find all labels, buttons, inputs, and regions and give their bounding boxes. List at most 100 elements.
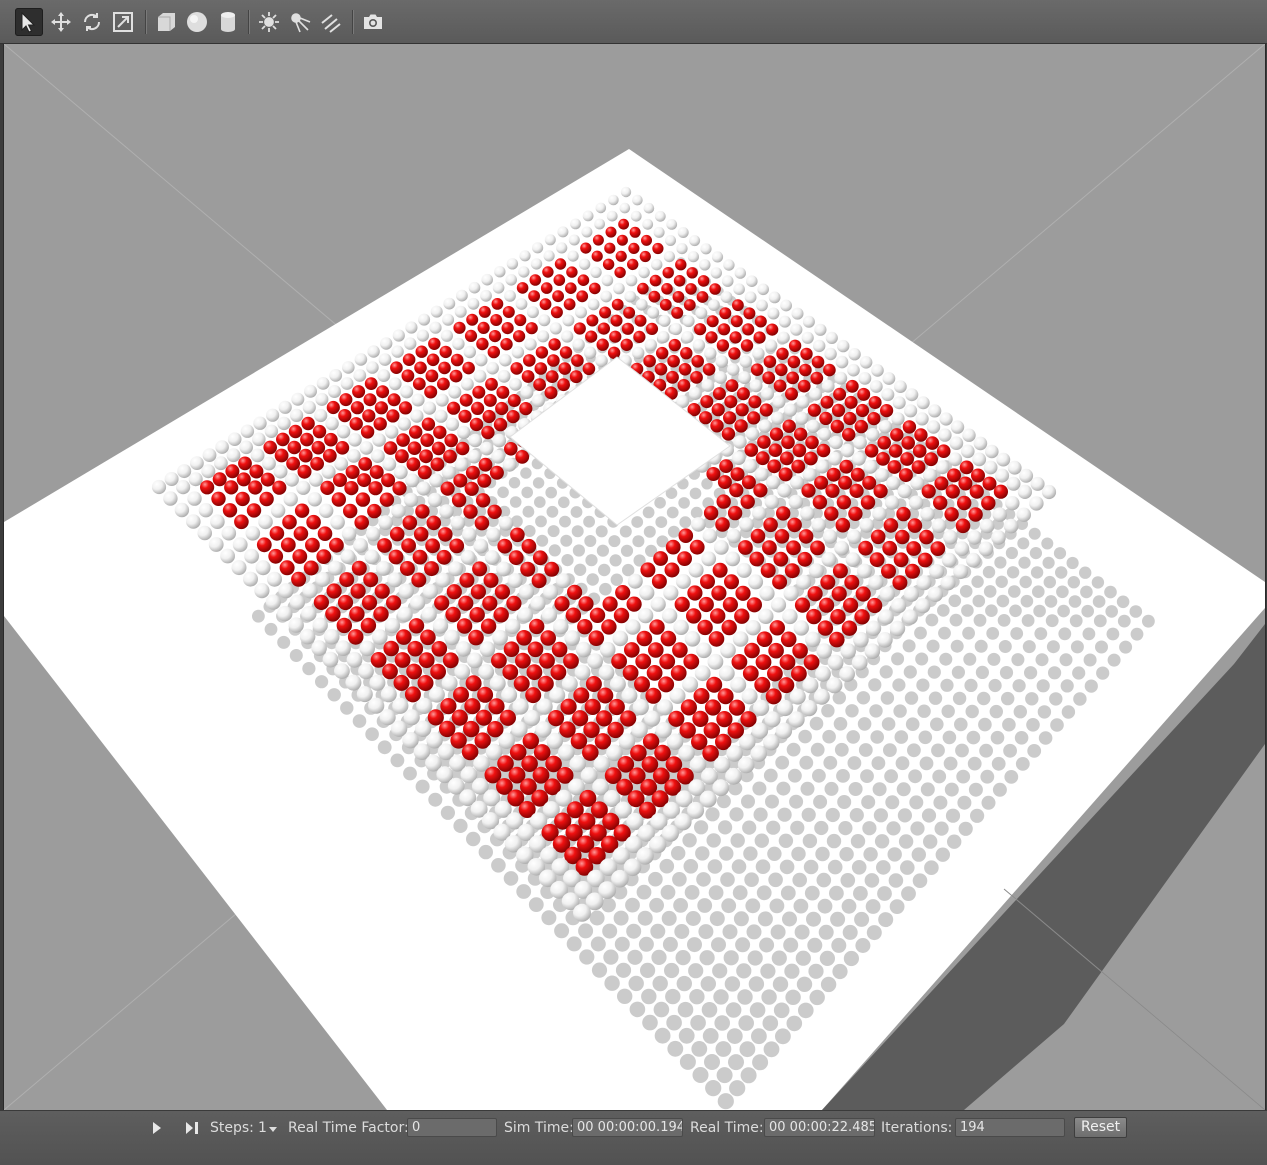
point-light-icon[interactable] [255, 8, 283, 36]
red-sphere [736, 387, 750, 401]
white-sphere [821, 379, 835, 393]
red-sphere [532, 550, 548, 566]
steps-value[interactable]: 1 [258, 1120, 267, 1136]
white-sphere [595, 202, 607, 214]
red-sphere [620, 338, 633, 351]
sphere-shadow [1004, 770, 1019, 784]
sphere-shadow [803, 859, 819, 875]
red-sphere [577, 619, 593, 635]
white-sphere [790, 323, 803, 336]
sphere-shadow [785, 989, 801, 1005]
red-sphere [508, 550, 524, 566]
white-sphere [1030, 476, 1045, 491]
red-sphere [510, 527, 525, 543]
sphere-shadow [761, 989, 777, 1005]
white-sphere [308, 472, 323, 487]
white-sphere [995, 468, 1010, 483]
sphere-shadow [783, 937, 799, 953]
red-sphere [873, 484, 888, 499]
sphere-shadow [1036, 679, 1050, 693]
sphere-shadow [872, 782, 887, 797]
spot-light-icon[interactable] [286, 8, 314, 36]
sphere-shadow [1053, 547, 1067, 560]
white-sphere [515, 298, 528, 310]
red-sphere [615, 585, 631, 601]
red-sphere [523, 354, 536, 367]
red-sphere [589, 607, 606, 623]
white-sphere [301, 606, 317, 622]
red-sphere [297, 464, 312, 479]
3d-viewport[interactable] [3, 44, 1266, 1110]
sphere-shadow [907, 743, 921, 758]
sphere-shadow [736, 963, 752, 979]
white-sphere [327, 560, 343, 576]
sphere-shadow [679, 516, 692, 529]
translate-icon[interactable] [47, 8, 75, 36]
cylinder-icon[interactable] [214, 8, 242, 36]
white-sphere [657, 330, 670, 344]
red-sphere [711, 403, 725, 417]
white-sphere [582, 210, 594, 222]
red-sphere [329, 537, 344, 553]
sphere-shadow [843, 950, 860, 967]
select-icon[interactable] [15, 8, 43, 36]
white-sphere [845, 552, 861, 567]
red-sphere [496, 385, 510, 399]
box-icon[interactable] [152, 8, 180, 36]
sphere-shadow [752, 1054, 769, 1071]
camera-icon[interactable] [359, 8, 387, 36]
red-sphere [504, 442, 518, 456]
white-sphere [340, 377, 354, 390]
red-sphere [762, 371, 776, 385]
white-sphere [829, 435, 843, 450]
sphere-shadow [826, 833, 842, 849]
red-sphere [569, 370, 583, 384]
white-sphere [791, 307, 804, 320]
white-sphere [940, 575, 956, 591]
red-sphere [336, 617, 352, 634]
step-icon[interactable] [183, 1119, 201, 1137]
play-icon[interactable] [148, 1119, 166, 1137]
white-sphere [840, 643, 856, 659]
sphere-shadow [690, 506, 703, 519]
red-sphere [338, 409, 352, 423]
white-sphere [661, 608, 678, 624]
red-sphere [893, 552, 909, 568]
red-sphere [313, 594, 329, 611]
red-sphere [510, 362, 523, 375]
red-sphere [294, 503, 310, 518]
reset-button[interactable]: Reset [1074, 1117, 1128, 1138]
sim-time-field: 00 00:00:00.194 [572, 1118, 683, 1137]
red-sphere [584, 698, 601, 716]
sphere-icon[interactable] [183, 8, 211, 36]
directional-light-icon[interactable] [317, 8, 345, 36]
sphere-shadow [642, 1014, 658, 1031]
red-sphere [358, 457, 373, 471]
red-sphere [857, 387, 871, 401]
steps-dropdown-icon[interactable] [268, 1124, 278, 1134]
red-sphere [697, 619, 713, 636]
red-sphere [798, 529, 814, 544]
white-sphere [790, 475, 804, 490]
red-sphere [880, 404, 894, 418]
sphere-shadow [940, 678, 954, 692]
sphere-shadow [608, 535, 621, 548]
scale-icon[interactable] [109, 8, 137, 36]
white-sphere [497, 369, 511, 383]
rotate-icon[interactable] [78, 8, 106, 36]
sphere-shadow [708, 885, 724, 900]
sphere-shadow [798, 729, 812, 744]
red-sphere [742, 665, 759, 682]
white-sphere [991, 530, 1006, 545]
white-sphere [821, 552, 837, 567]
white-sphere [176, 480, 191, 495]
white-sphere [504, 290, 516, 302]
sphere-shadow [869, 704, 883, 718]
white-sphere [450, 515, 466, 531]
sphere-shadow [1060, 679, 1074, 693]
red-sphere [325, 606, 341, 622]
white-sphere [346, 651, 363, 668]
white-sphere [239, 440, 253, 455]
red-sphere [548, 338, 561, 351]
red-sphere [867, 412, 881, 426]
